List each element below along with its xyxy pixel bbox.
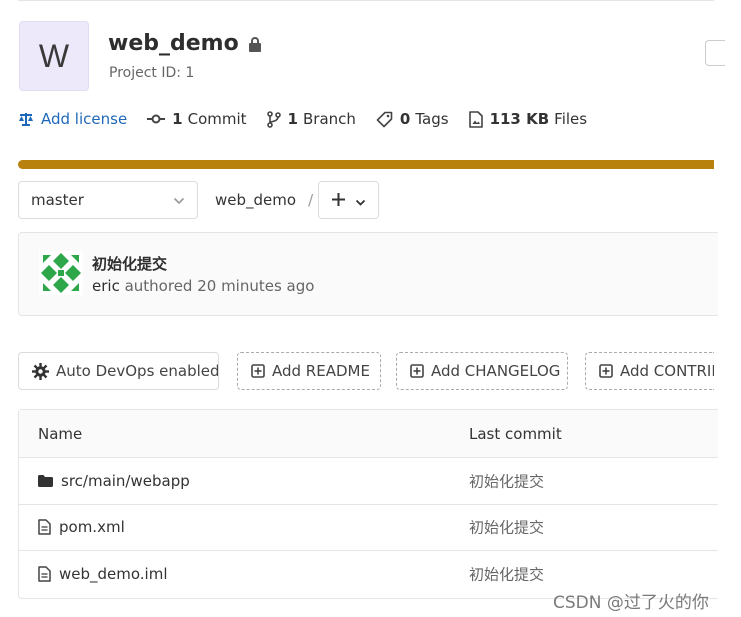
plus-square-icon [410,364,424,378]
tags-count: 0 [399,110,411,128]
tags-link[interactable]: 0 Tags [376,110,449,128]
commit-time: authored 20 minutes ago [124,277,315,295]
files-size: 113 KB [489,110,550,128]
commits-count: 1 [172,110,183,128]
project-id: Project ID: 1 [109,65,195,81]
notification-button[interactable] [705,40,725,66]
file-icon [38,519,51,535]
commits-label: Commit [187,110,247,128]
table-row[interactable]: pom.xml 初始化提交 [19,505,718,551]
file-image-icon [468,110,483,128]
breadcrumb-separator: / [308,191,314,209]
add-readme-label: Add README [272,362,370,380]
project-name[interactable]: web_demo [108,31,239,56]
files-label: Files [554,110,588,128]
column-header-last-commit: Last commit [469,424,562,443]
file-name: src/main/webapp [61,471,190,490]
tags-label: Tags [415,110,449,128]
branches-link[interactable]: 1 Branch [266,110,356,128]
auto-devops-label: Auto DevOps enabled [56,362,219,380]
add-license-link[interactable]: Add license [18,110,127,128]
folder-icon [38,474,53,487]
commit-icon [147,113,166,125]
file-name: web_demo.iml [59,565,168,584]
watermark-text: CSDN @过了火的你 [553,593,709,613]
table-row[interactable]: src/main/webapp 初始化提交 [19,458,718,505]
branch-dropdown-value: master [31,191,84,209]
commit-meta: eric authored 20 minutes ago [92,277,314,295]
file-icon [38,566,51,582]
chevron-down-icon [355,190,366,211]
add-readme-button[interactable]: Add README [237,352,381,390]
add-changelog-label: Add CHANGELOG [431,362,561,380]
project-avatar[interactable]: W [19,21,89,91]
column-header-name: Name [38,424,83,443]
last-commit-panel: 初始化提交 eric authored 20 minutes ago [18,232,718,316]
branch-dropdown[interactable]: master [18,181,198,219]
add-changelog-button[interactable]: Add CHANGELOG [396,352,568,390]
breadcrumb: web_demo / [215,191,313,209]
top-divider [18,0,714,1]
plus-square-icon [251,364,265,378]
breadcrumb-project[interactable]: web_demo [215,191,296,209]
gear-icon [32,362,49,380]
files-link[interactable]: 113 KB Files [468,110,588,128]
author-avatar[interactable] [39,251,83,295]
add-contributing-label: Add CONTRIBUTING [620,362,714,380]
commit-author[interactable]: eric [92,277,120,295]
file-name-cell[interactable]: pom.xml [38,518,125,536]
repository-language-bar [18,160,714,169]
add-license-label: Add license [41,110,128,128]
commit-message[interactable]: 初始化提交 [92,253,167,274]
plus-icon [331,190,345,211]
lock-icon [248,37,261,52]
file-name-cell[interactable]: src/main/webapp [38,472,190,490]
chevron-down-icon [173,191,185,209]
file-tree-table: Name Last commit src/main/webapp 初始化提交 p… [18,409,718,599]
last-commit-cell[interactable]: 初始化提交 [469,564,544,585]
branches-label: Branch [302,110,356,128]
auto-devops-button[interactable]: Auto DevOps enabled [18,352,219,390]
branch-icon [266,110,281,128]
tag-icon [376,111,393,128]
commits-link[interactable]: 1 Commit [147,110,247,128]
project-title: web_demo [108,31,261,56]
add-contributing-button[interactable]: Add CONTRIBUTING [585,352,714,390]
last-commit-cell[interactable]: 初始化提交 [469,470,544,491]
scale-icon [18,112,34,127]
project-stats: Add license 1 Commit 1 Branch 0 Tags 113… [18,110,607,128]
last-commit-cell[interactable]: 初始化提交 [469,517,544,538]
table-header: Name Last commit [19,410,718,458]
file-name: pom.xml [59,518,125,537]
branches-count: 1 [287,110,298,128]
add-to-tree-dropdown[interactable] [318,181,379,219]
plus-square-icon [599,364,613,378]
file-name-cell[interactable]: web_demo.iml [38,565,168,583]
